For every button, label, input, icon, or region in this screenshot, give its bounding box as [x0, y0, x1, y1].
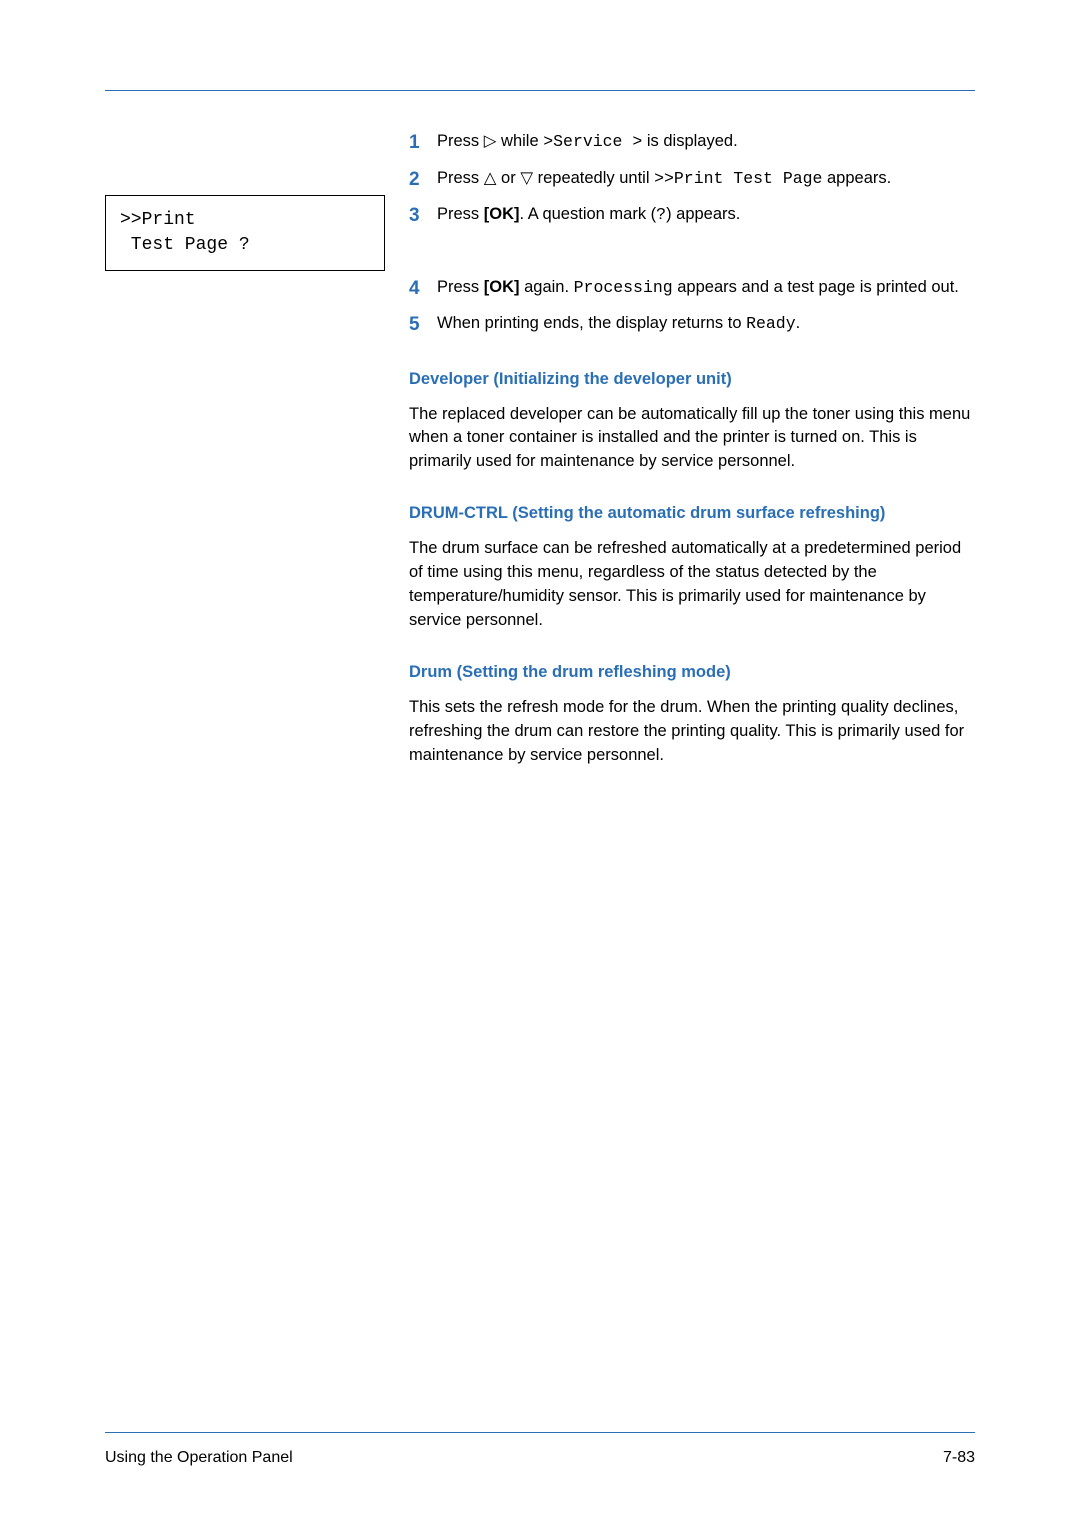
mono-text: ?	[656, 205, 666, 224]
step-text: Press ▷ while >Service > is displayed.	[437, 129, 975, 158]
step-text: Press [OK] again. Processing appears and…	[437, 275, 975, 304]
bold-text: [OK]	[484, 278, 520, 296]
mono-text: Ready	[746, 314, 796, 333]
section-heading: DRUM-CTRL (Setting the automatic drum su…	[409, 504, 975, 523]
step-number: 5	[409, 311, 437, 340]
step-number: 4	[409, 275, 437, 304]
steps-group-2: 4Press [OK] again. Processing appears an…	[409, 275, 975, 340]
section-body: This sets the refresh mode for the drum.…	[409, 696, 975, 768]
step-item: 3Press [OK]. A question mark (?) appears…	[409, 202, 975, 231]
step-number: 2	[409, 166, 437, 195]
step-text: When printing ends, the display returns …	[437, 311, 975, 340]
triangle-icon: ▽	[520, 169, 533, 187]
display-line-1: >>Print	[120, 210, 196, 230]
step-number: 1	[409, 129, 437, 158]
mono-text: >>Print Test Page	[654, 169, 822, 188]
step-item: 2Press △ or ▽ repeatedly until >>Print T…	[409, 166, 975, 195]
display-line-2: Test Page ?	[120, 235, 250, 255]
step-text: Press △ or ▽ repeatedly until >>Print Te…	[437, 166, 975, 195]
mono-text: Processing	[574, 278, 673, 297]
step-text: Press [OK]. A question mark (?) appears.	[437, 202, 975, 231]
section-body: The drum surface can be refreshed automa…	[409, 537, 975, 633]
section-heading: Developer (Initializing the developer un…	[409, 370, 975, 389]
bold-text: [OK]	[484, 205, 520, 223]
triangle-icon: △	[484, 169, 497, 187]
step-item: 4Press [OK] again. Processing appears an…	[409, 275, 975, 304]
top-rule	[105, 90, 975, 91]
footer-left: Using the Operation Panel	[105, 1449, 293, 1467]
section-body: The replaced developer can be automatica…	[409, 403, 975, 475]
lcd-display: >>Print Test Page ?	[105, 195, 385, 271]
step-number: 3	[409, 202, 437, 231]
section-heading: Drum (Setting the drum refleshing mode)	[409, 663, 975, 682]
footer-rule	[105, 1432, 975, 1433]
mono-text: >Service >	[543, 132, 642, 151]
footer-right: 7-83	[943, 1449, 975, 1467]
triangle-icon: ▷	[484, 132, 497, 150]
step-item: 5When printing ends, the display returns…	[409, 311, 975, 340]
steps-group-1: 1Press ▷ while >Service > is displayed.2…	[409, 129, 975, 231]
step-item: 1Press ▷ while >Service > is displayed.	[409, 129, 975, 158]
